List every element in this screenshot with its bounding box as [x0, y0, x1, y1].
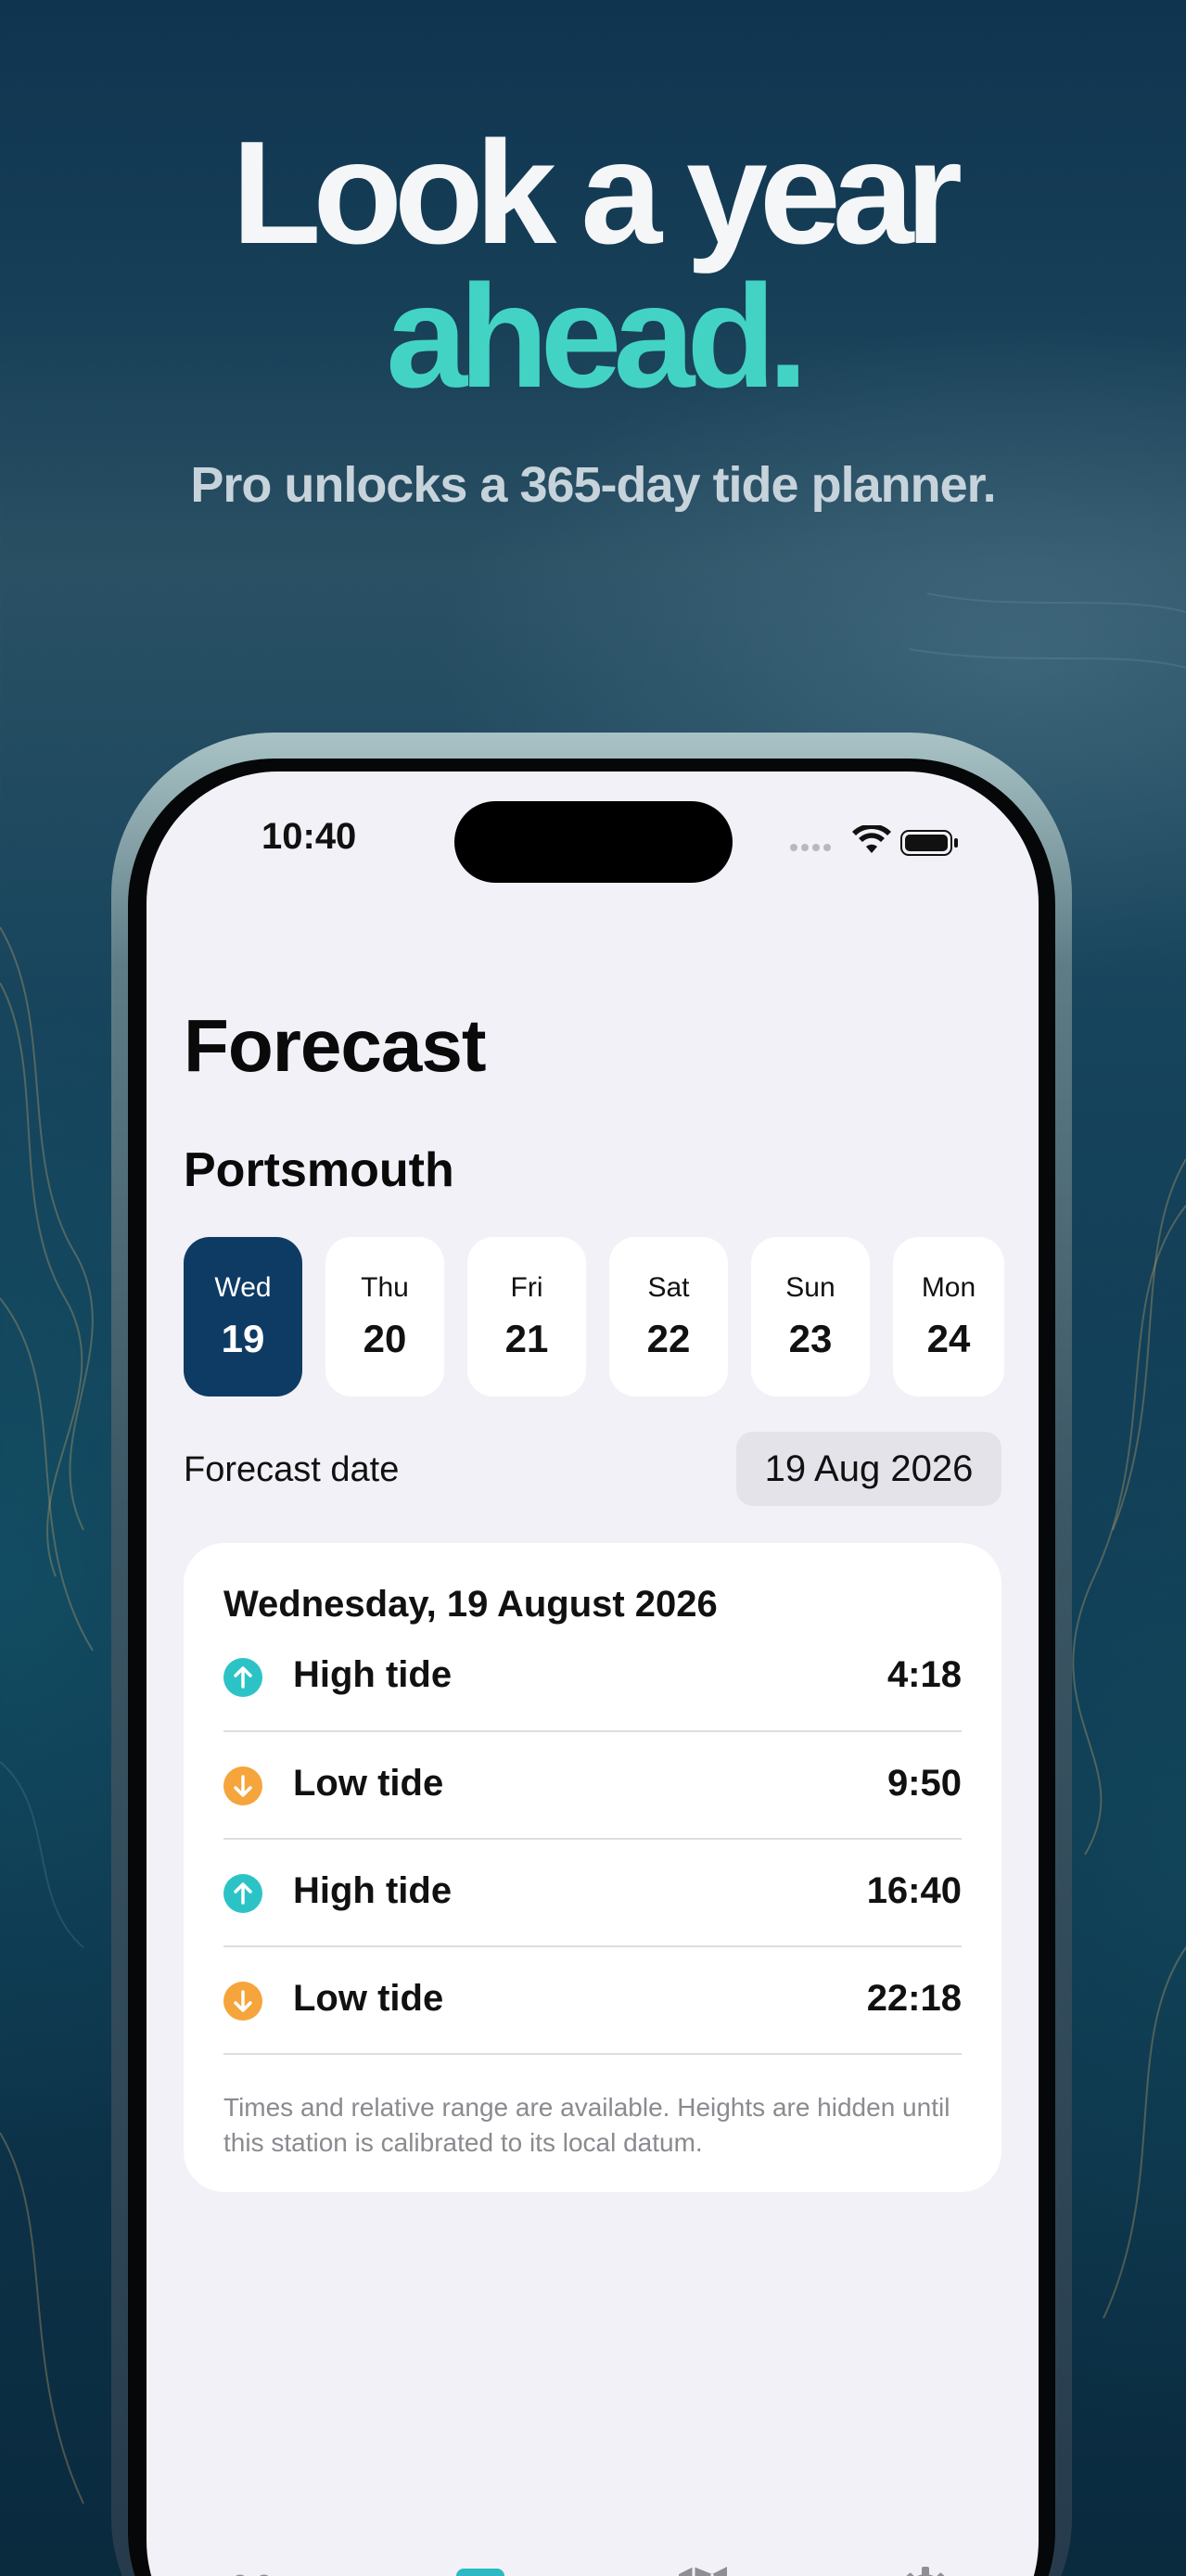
- cellular-signal-icon: [790, 844, 831, 851]
- forecast-date-label: Forecast date: [184, 1450, 400, 1489]
- day-chip-wed[interactable]: Wed 19: [184, 1237, 302, 1396]
- day-chip-sun[interactable]: Sun 23: [751, 1237, 870, 1396]
- row-divider: [223, 2053, 962, 2055]
- tide-row: Low tide 22:18: [223, 1946, 962, 2054]
- arrow-down-circle-icon: [223, 1766, 262, 1805]
- tide-label: Low tide: [293, 1978, 444, 2019]
- dynamic-island: [454, 801, 733, 883]
- day-chip-sat[interactable]: Sat 22: [609, 1237, 728, 1396]
- day-name: Sun: [785, 1272, 835, 1303]
- tide-label: Low tide: [293, 1763, 444, 1804]
- tide-card: Wednesday, 19 August 2026 High tide 4:18…: [184, 1543, 1001, 2192]
- headline-line2: ahead.: [386, 255, 809, 418]
- day-name: Fri: [510, 1272, 543, 1303]
- subheadline: Pro unlocks a 365-day tide planner.: [190, 457, 996, 513]
- tide-label: High tide: [293, 1654, 453, 1695]
- day-name: Wed: [214, 1272, 272, 1303]
- tide-row: High tide 4:18: [223, 1623, 962, 1730]
- day-picker: Wed 19 Thu 20 Fri 21 Sat 22 Sun 23 Mon 2…: [184, 1237, 1039, 1396]
- location-name: Portsmouth: [184, 1143, 454, 1197]
- day-chip-fri[interactable]: Fri 21: [467, 1237, 586, 1396]
- waves-icon[interactable]: [230, 2561, 286, 2576]
- headline-line1: Look a year: [231, 111, 963, 274]
- page-title: Forecast: [184, 1004, 486, 1087]
- day-name: Mon: [921, 1272, 976, 1303]
- day-name: Sat: [647, 1272, 690, 1303]
- gear-icon[interactable]: [898, 2561, 953, 2576]
- day-chip-mon[interactable]: Mon 24: [893, 1237, 1004, 1396]
- tab-bar: [147, 2533, 1039, 2576]
- day-number: 22: [646, 1317, 691, 1360]
- day-number: 24: [926, 1317, 971, 1360]
- day-name: Thu: [361, 1272, 409, 1303]
- phone-screen: 10:40 Forecast Portsmouth Wed 19 Thu 20 …: [147, 772, 1039, 2576]
- status-icons: [790, 825, 958, 856]
- day-number: 23: [788, 1317, 833, 1360]
- arrow-up-circle-icon: [223, 1874, 262, 1913]
- tide-time: 9:50: [886, 1763, 962, 1804]
- tide-time: 22:18: [866, 1978, 962, 2019]
- tide-row: Low tide 9:50: [223, 1731, 962, 1839]
- status-time: 10:40: [261, 816, 357, 857]
- wifi-icon: [852, 825, 891, 853]
- day-number: 19: [221, 1317, 265, 1360]
- arrow-down-circle-icon: [223, 1982, 262, 2021]
- map-icon[interactable]: [675, 2561, 731, 2576]
- tide-label: High tide: [293, 1870, 453, 1911]
- day-number: 20: [363, 1317, 407, 1360]
- tide-time: 16:40: [866, 1870, 962, 1911]
- forecast-date-picker[interactable]: 19 Aug 2026: [736, 1432, 1001, 1506]
- calendar-icon[interactable]: [453, 2561, 508, 2576]
- day-chip-thu[interactable]: Thu 20: [325, 1237, 444, 1396]
- calibration-note: Times and relative range are available. …: [223, 2093, 950, 2157]
- tide-time: 4:18: [886, 1654, 962, 1695]
- tide-row: High tide 16:40: [223, 1839, 962, 1946]
- arrow-up-circle-icon: [223, 1658, 262, 1697]
- day-number: 21: [504, 1317, 549, 1360]
- battery-icon: [900, 830, 958, 856]
- card-date-title: Wednesday, 19 August 2026: [223, 1584, 718, 1625]
